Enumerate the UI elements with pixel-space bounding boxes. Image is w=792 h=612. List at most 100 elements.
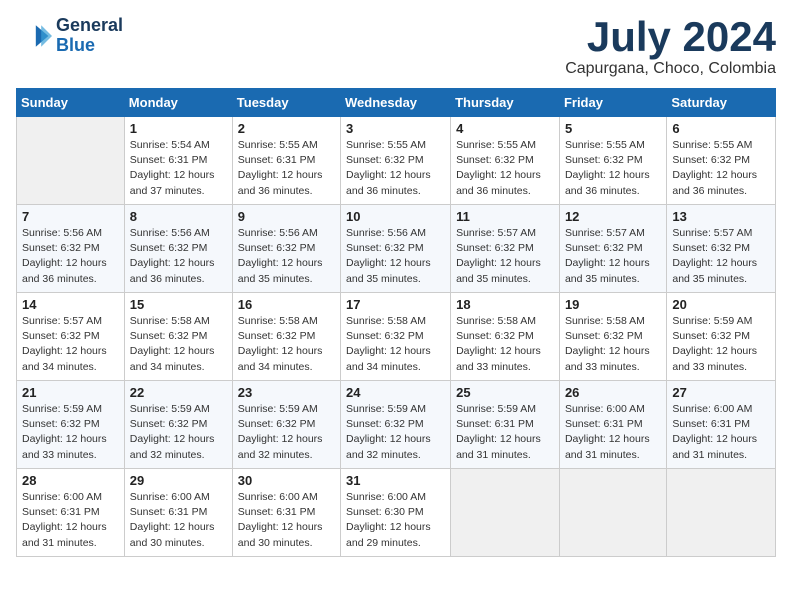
day-of-week-header: Thursday: [451, 89, 560, 117]
calendar-cell: [667, 469, 776, 557]
day-info: Sunrise: 5:56 AM Sunset: 6:32 PM Dayligh…: [22, 226, 119, 287]
calendar-table: SundayMondayTuesdayWednesdayThursdayFrid…: [16, 88, 776, 557]
days-of-week-row: SundayMondayTuesdayWednesdayThursdayFrid…: [17, 89, 776, 117]
calendar-cell: 1Sunrise: 5:54 AM Sunset: 6:31 PM Daylig…: [124, 117, 232, 205]
day-number: 16: [238, 297, 335, 312]
calendar-cell: 25 Sunrise: 5:59 AM Sunset: 6:31 PM Dayli…: [451, 381, 560, 469]
calendar-cell: 3 Sunrise: 5:55 AM Sunset: 6:32 PM Daylig…: [341, 117, 451, 205]
day-number: 19: [565, 297, 661, 312]
day-info: Sunrise: 5:59 AM Sunset: 6:31 PM Dayligh…: [456, 402, 554, 463]
day-number: 15: [130, 297, 227, 312]
month-title: July 2024: [565, 16, 776, 58]
day-info: Sunrise: 5:58 AM Sunset: 6:32 PM Dayligh…: [346, 314, 445, 375]
day-number: 10: [346, 209, 445, 224]
day-number: 3: [346, 121, 445, 136]
logo-text-general: General Blue: [56, 16, 123, 56]
day-info: Sunrise: 5:58 AM Sunset: 6:32 PM Dayligh…: [456, 314, 554, 375]
calendar-week-row: 7 Sunrise: 5:56 AM Sunset: 6:32 PM Daylig…: [17, 205, 776, 293]
day-of-week-header: Friday: [559, 89, 666, 117]
day-info: Sunrise: 5:58 AM Sunset: 6:32 PM Dayligh…: [565, 314, 661, 375]
day-number: 1: [130, 121, 227, 136]
calendar-cell: 19 Sunrise: 5:58 AM Sunset: 6:32 PM Dayli…: [559, 293, 666, 381]
day-number: 8: [130, 209, 227, 224]
calendar-cell: 4 Sunrise: 5:55 AM Sunset: 6:32 PM Daylig…: [451, 117, 560, 205]
day-info: Sunrise: 5:59 AM Sunset: 6:32 PM Dayligh…: [346, 402, 445, 463]
page-header: General Blue July 2024 Capurgana, Choco,…: [16, 16, 776, 78]
day-of-week-header: Wednesday: [341, 89, 451, 117]
calendar-cell: 18 Sunrise: 5:58 AM Sunset: 6:32 PM Dayli…: [451, 293, 560, 381]
calendar-week-row: 1Sunrise: 5:54 AM Sunset: 6:31 PM Daylig…: [17, 117, 776, 205]
day-number: 17: [346, 297, 445, 312]
day-number: 29: [130, 473, 227, 488]
location-subtitle: Capurgana, Choco, Colombia: [565, 60, 776, 78]
calendar-week-row: 21 Sunrise: 5:59 AM Sunset: 6:32 PM Dayli…: [17, 381, 776, 469]
calendar-cell: 30Sunrise: 6:00 AM Sunset: 6:31 PM Dayli…: [232, 469, 340, 557]
day-info: Sunrise: 5:55 AM Sunset: 6:32 PM Dayligh…: [346, 138, 445, 199]
day-info: Sunrise: 6:00 AM Sunset: 6:31 PM Dayligh…: [672, 402, 770, 463]
day-number: 4: [456, 121, 554, 136]
day-number: 7: [22, 209, 119, 224]
day-info: Sunrise: 6:00 AM Sunset: 6:31 PM Dayligh…: [130, 490, 227, 551]
calendar-cell: 20 Sunrise: 5:59 AM Sunset: 6:32 PM Dayli…: [667, 293, 776, 381]
calendar-cell: 22 Sunrise: 5:59 AM Sunset: 6:32 PM Dayli…: [124, 381, 232, 469]
day-info: Sunrise: 5:57 AM Sunset: 6:32 PM Dayligh…: [672, 226, 770, 287]
day-info: Sunrise: 5:57 AM Sunset: 6:32 PM Dayligh…: [565, 226, 661, 287]
calendar-cell: 8 Sunrise: 5:56 AM Sunset: 6:32 PM Daylig…: [124, 205, 232, 293]
day-number: 22: [130, 385, 227, 400]
day-number: 28: [22, 473, 119, 488]
day-number: 6: [672, 121, 770, 136]
day-number: 18: [456, 297, 554, 312]
day-info: Sunrise: 5:55 AM Sunset: 6:32 PM Dayligh…: [565, 138, 661, 199]
day-info: Sunrise: 5:57 AM Sunset: 6:32 PM Dayligh…: [456, 226, 554, 287]
day-info: Sunrise: 5:56 AM Sunset: 6:32 PM Dayligh…: [346, 226, 445, 287]
calendar-cell: 13 Sunrise: 5:57 AM Sunset: 6:32 PM Dayli…: [667, 205, 776, 293]
day-number: 21: [22, 385, 119, 400]
calendar-week-row: 14Sunrise: 5:57 AM Sunset: 6:32 PM Dayli…: [17, 293, 776, 381]
day-number: 20: [672, 297, 770, 312]
day-info: Sunrise: 5:58 AM Sunset: 6:32 PM Dayligh…: [238, 314, 335, 375]
day-info: Sunrise: 5:59 AM Sunset: 6:32 PM Dayligh…: [672, 314, 770, 375]
calendar-cell: 24 Sunrise: 5:59 AM Sunset: 6:32 PM Dayli…: [341, 381, 451, 469]
calendar-cell: 17 Sunrise: 5:58 AM Sunset: 6:32 PM Dayli…: [341, 293, 451, 381]
day-number: 24: [346, 385, 445, 400]
calendar-cell: 7 Sunrise: 5:56 AM Sunset: 6:32 PM Daylig…: [17, 205, 125, 293]
day-number: 5: [565, 121, 661, 136]
day-number: 31: [346, 473, 445, 488]
calendar-cell: 6 Sunrise: 5:55 AM Sunset: 6:32 PM Daylig…: [667, 117, 776, 205]
calendar-cell: 10 Sunrise: 5:56 AM Sunset: 6:32 PM Dayli…: [341, 205, 451, 293]
calendar-cell: 9 Sunrise: 5:56 AM Sunset: 6:32 PM Daylig…: [232, 205, 340, 293]
day-of-week-header: Sunday: [17, 89, 125, 117]
calendar-cell: 21Sunrise: 5:59 AM Sunset: 6:32 PM Dayli…: [17, 381, 125, 469]
day-of-week-header: Tuesday: [232, 89, 340, 117]
calendar-cell: 23Sunrise: 5:59 AM Sunset: 6:32 PM Dayli…: [232, 381, 340, 469]
calendar-cell: 27Sunrise: 6:00 AM Sunset: 6:31 PM Dayli…: [667, 381, 776, 469]
day-info: Sunrise: 5:55 AM Sunset: 6:32 PM Dayligh…: [672, 138, 770, 199]
day-info: Sunrise: 5:56 AM Sunset: 6:32 PM Dayligh…: [130, 226, 227, 287]
day-info: Sunrise: 5:57 AM Sunset: 6:32 PM Dayligh…: [22, 314, 119, 375]
calendar-cell: 12Sunrise: 5:57 AM Sunset: 6:32 PM Dayli…: [559, 205, 666, 293]
calendar-body: 1Sunrise: 5:54 AM Sunset: 6:31 PM Daylig…: [17, 117, 776, 557]
day-info: Sunrise: 5:55 AM Sunset: 6:31 PM Dayligh…: [238, 138, 335, 199]
day-info: Sunrise: 6:00 AM Sunset: 6:31 PM Dayligh…: [22, 490, 119, 551]
logo: General Blue: [16, 16, 123, 56]
day-info: Sunrise: 5:56 AM Sunset: 6:32 PM Dayligh…: [238, 226, 335, 287]
day-info: Sunrise: 5:59 AM Sunset: 6:32 PM Dayligh…: [130, 402, 227, 463]
day-info: Sunrise: 6:00 AM Sunset: 6:31 PM Dayligh…: [565, 402, 661, 463]
calendar-cell: [559, 469, 666, 557]
calendar-week-row: 28 Sunrise: 6:00 AM Sunset: 6:31 PM Dayli…: [17, 469, 776, 557]
day-number: 9: [238, 209, 335, 224]
day-of-week-header: Saturday: [667, 89, 776, 117]
calendar-cell: [451, 469, 560, 557]
day-number: 25: [456, 385, 554, 400]
calendar-cell: 2 Sunrise: 5:55 AM Sunset: 6:31 PM Daylig…: [232, 117, 340, 205]
day-number: 11: [456, 209, 554, 224]
calendar-cell: 15Sunrise: 5:58 AM Sunset: 6:32 PM Dayli…: [124, 293, 232, 381]
calendar-cell: 11 Sunrise: 5:57 AM Sunset: 6:32 PM Dayli…: [451, 205, 560, 293]
day-info: Sunrise: 6:00 AM Sunset: 6:30 PM Dayligh…: [346, 490, 445, 551]
day-number: 2: [238, 121, 335, 136]
day-info: Sunrise: 5:59 AM Sunset: 6:32 PM Dayligh…: [238, 402, 335, 463]
title-block: July 2024 Capurgana, Choco, Colombia: [565, 16, 776, 78]
day-info: Sunrise: 5:55 AM Sunset: 6:32 PM Dayligh…: [456, 138, 554, 199]
day-number: 13: [672, 209, 770, 224]
day-number: 30: [238, 473, 335, 488]
